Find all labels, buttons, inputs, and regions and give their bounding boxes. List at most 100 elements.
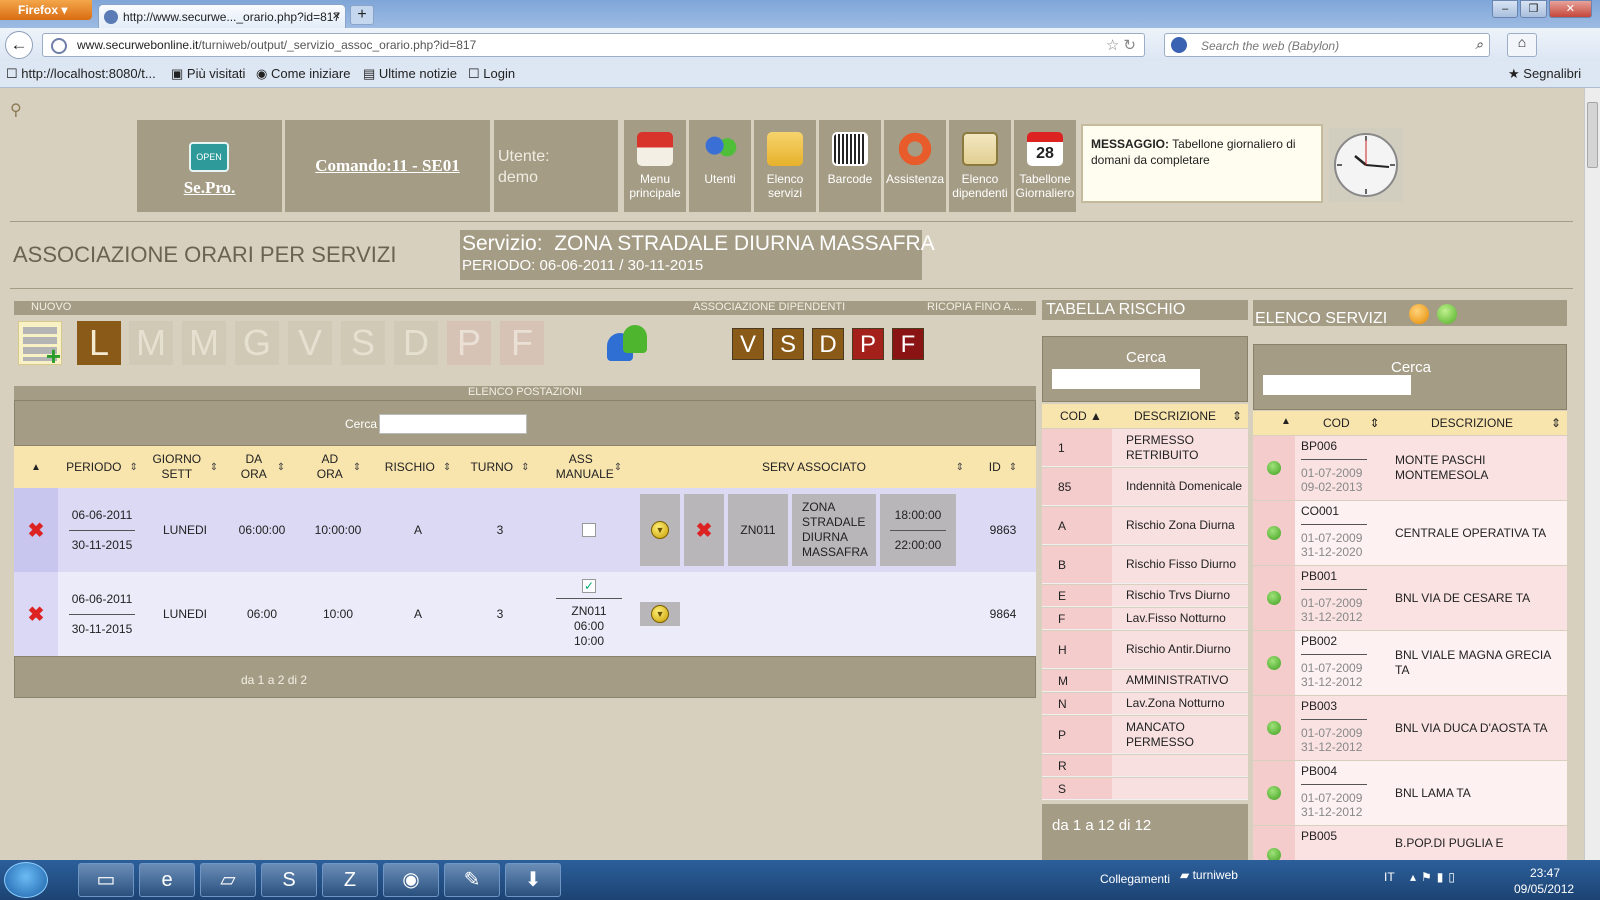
col-giorno-sett[interactable]: GIORNO SETT ⇕ [146,446,224,488]
col-cod[interactable]: COD ⇕ [1323,416,1380,430]
vertical-scrollbar[interactable] [1584,88,1600,860]
rischio-row[interactable]: 1 PERMESSO RETRIBUITO [1042,429,1248,467]
copy-day-s-button[interactable]: S [772,328,804,360]
day-button-m2[interactable]: M [182,321,226,365]
ie-taskbar-icon[interactable]: e [139,863,195,897]
delete-row-button[interactable]: ✖ [14,572,58,656]
tray-icons[interactable]: ▴⚑▮▯ [1410,870,1460,884]
babylon-icon[interactable] [1171,37,1187,53]
filezilla-taskbar-icon[interactable]: Z [322,863,378,897]
col-ad-ora[interactable]: AD ORA ⇕ [300,446,376,488]
elenco-servizi-button[interactable]: Elenco servizi [754,120,816,212]
day-button-m1[interactable]: M [129,321,173,365]
scrollbar-thumb[interactable] [1587,102,1598,168]
bookmark-login[interactable]: ☐ Login [468,66,515,82]
notes-taskbar-icon[interactable]: ▱ [200,863,256,897]
servizio-row[interactable]: PB001 01-07-2009 31-12-2012 BNL VIA DE CES… [1253,566,1567,630]
logo-panel[interactable]: OPEN Se.Pro. [137,120,282,212]
col-descrizione[interactable]: DESCRIZIONE [1431,416,1513,430]
close-tab-icon[interactable]: × [332,8,340,23]
copy-day-d-button[interactable]: D [812,328,844,360]
col-ass-manuale[interactable]: ASS MANUALE ⇕ [540,446,638,488]
bookmark-piu-visitati[interactable]: ▣ Più visitati [171,66,245,82]
clock-time[interactable]: 23:47 [1530,866,1560,880]
remove-service-button[interactable]: ✖ [684,494,724,566]
green-status-icon[interactable] [1437,304,1457,324]
day-button-f[interactable]: F [500,321,544,365]
servizio-row[interactable]: PB002 01-07-2009 31-12-2012 BNL VIALE MAGN… [1253,631,1567,695]
sort-column[interactable]: ▲ [14,446,58,488]
copy-day-f-button[interactable]: F [892,328,924,360]
day-button-l[interactable]: L [77,321,121,365]
rischio-search-input[interactable] [1052,369,1200,389]
delete-icon[interactable]: ✖ [28,518,45,543]
home-button[interactable]: ⌂ [1507,33,1537,57]
day-button-d[interactable]: D [394,321,438,365]
select-service-button[interactable]: ▼ [640,494,680,566]
back-button[interactable]: ← [5,31,33,59]
postazioni-search-input[interactable] [379,414,527,434]
clock-date[interactable]: 09/05/2012 [1514,882,1574,896]
sort-icon[interactable]: ⇕ [1551,416,1561,430]
day-button-p[interactable]: P [447,321,491,365]
firefox-menu-button[interactable]: Firefox ▾ [0,0,92,20]
logo-name[interactable]: Se.Pro. [137,178,282,198]
rischio-row[interactable]: B Rischio Fisso Diurno [1042,546,1248,584]
explorer-taskbar-icon[interactable]: ▭ [78,863,134,897]
delete-icon[interactable]: ✖ [28,602,45,627]
new-tab-button[interactable]: + [350,5,374,25]
rischio-row[interactable]: 85 Indennità Domenicale [1042,468,1248,506]
select-service-button[interactable]: ▼ [640,602,680,626]
collegamenti-toolbar[interactable]: Collegamenti [1100,872,1170,886]
col-periodo[interactable]: PERIODO ⇕ [58,446,146,488]
delete-row-button[interactable]: ✖ [14,488,58,572]
manual-checkbox[interactable]: ✓ [582,579,596,593]
bookmark-come-iniziare[interactable]: ◉ Come iniziare [256,66,350,82]
servizio-row[interactable]: PB005 B.POP.DI PUGLIA E [1253,826,1567,860]
rischio-row[interactable]: M AMMINISTRATIVO [1042,670,1248,692]
minimize-button[interactable]: – [1492,0,1519,18]
rischio-row[interactable]: F Lav.Fisso Notturno [1042,608,1248,630]
sort-column[interactable]: ▲ [1281,416,1291,427]
url-bar[interactable]: www.securwebonline.it/turniweb/output/_s… [42,33,1145,57]
col-descrizione[interactable]: DESCRIZIONE [1134,409,1216,423]
day-button-s[interactable]: S [341,321,385,365]
maximize-button[interactable]: ❐ [1520,0,1547,18]
gimp-taskbar-icon[interactable]: ✎ [444,863,500,897]
servizio-row[interactable]: BP006 01-07-2009 09-02-2013 MONTE PASCHI M… [1253,436,1567,500]
bookmark-localhost[interactable]: ☐ http://localhost:8080/t... [6,66,156,82]
start-button[interactable] [4,862,48,898]
tabellone-giornaliero-button[interactable]: 28 Tabellone Giornaliero [1014,120,1076,212]
skype-taskbar-icon[interactable]: S [261,863,317,897]
bookmark-ultime-notizie[interactable]: ▤ Ultime notizie [363,66,457,82]
search-input[interactable]: Search the web (Babylon) ⌕ [1164,33,1490,57]
rischio-row[interactable]: H Rischio Antir.Diurno [1042,631,1248,669]
rischio-row[interactable]: R [1042,755,1248,777]
servizio-row[interactable]: PB004 01-07-2009 31-12-2012 BNL LAMA TA [1253,761,1567,825]
rischio-row[interactable]: S [1042,778,1248,800]
language-indicator[interactable]: IT [1384,870,1395,884]
col-cod[interactable]: COD ▲ [1060,409,1102,423]
close-window-button[interactable]: ✕ [1548,0,1592,18]
rischio-row[interactable]: P MANCATO PERMESSO [1042,716,1248,754]
day-button-g[interactable]: G [235,321,279,365]
servizi-search-input[interactable] [1263,375,1411,395]
comando-link[interactable]: Comando:11 - SE01 [285,120,490,212]
col-da-ora[interactable]: DA ORA ⇕ [224,446,300,488]
app-taskbar-icon[interactable]: ⬇ [505,863,561,897]
col-rischio[interactable]: RISCHIO ⇕ [376,446,460,488]
rischio-row[interactable]: N Lav.Zona Notturno [1042,693,1248,715]
copy-day-v-button[interactable]: V [732,328,764,360]
firefox-taskbar-icon[interactable]: ◉ [383,863,439,897]
col-id[interactable]: ID ⇕ [970,446,1036,488]
copy-day-p-button[interactable]: P [852,328,884,360]
col-turno[interactable]: TURNO ⇕ [460,446,540,488]
bookmarks-menu[interactable]: ★ Segnalibri [1508,66,1581,82]
servizio-row[interactable]: PB003 01-07-2009 31-12-2012 BNL VIA DUCA D… [1253,696,1567,760]
assistenza-button[interactable]: Assistenza [884,120,946,212]
utenti-button[interactable]: Utenti [689,120,751,212]
reload-icon[interactable]: ☆ ↻ [1106,36,1136,54]
rischio-row[interactable]: A Rischio Zona Diurna [1042,507,1248,545]
orange-status-icon[interactable] [1409,304,1429,324]
table-row[interactable]: ✖ 06-06-2011 30-11-2015 LUNEDI 06:00:00 1… [14,488,1036,572]
